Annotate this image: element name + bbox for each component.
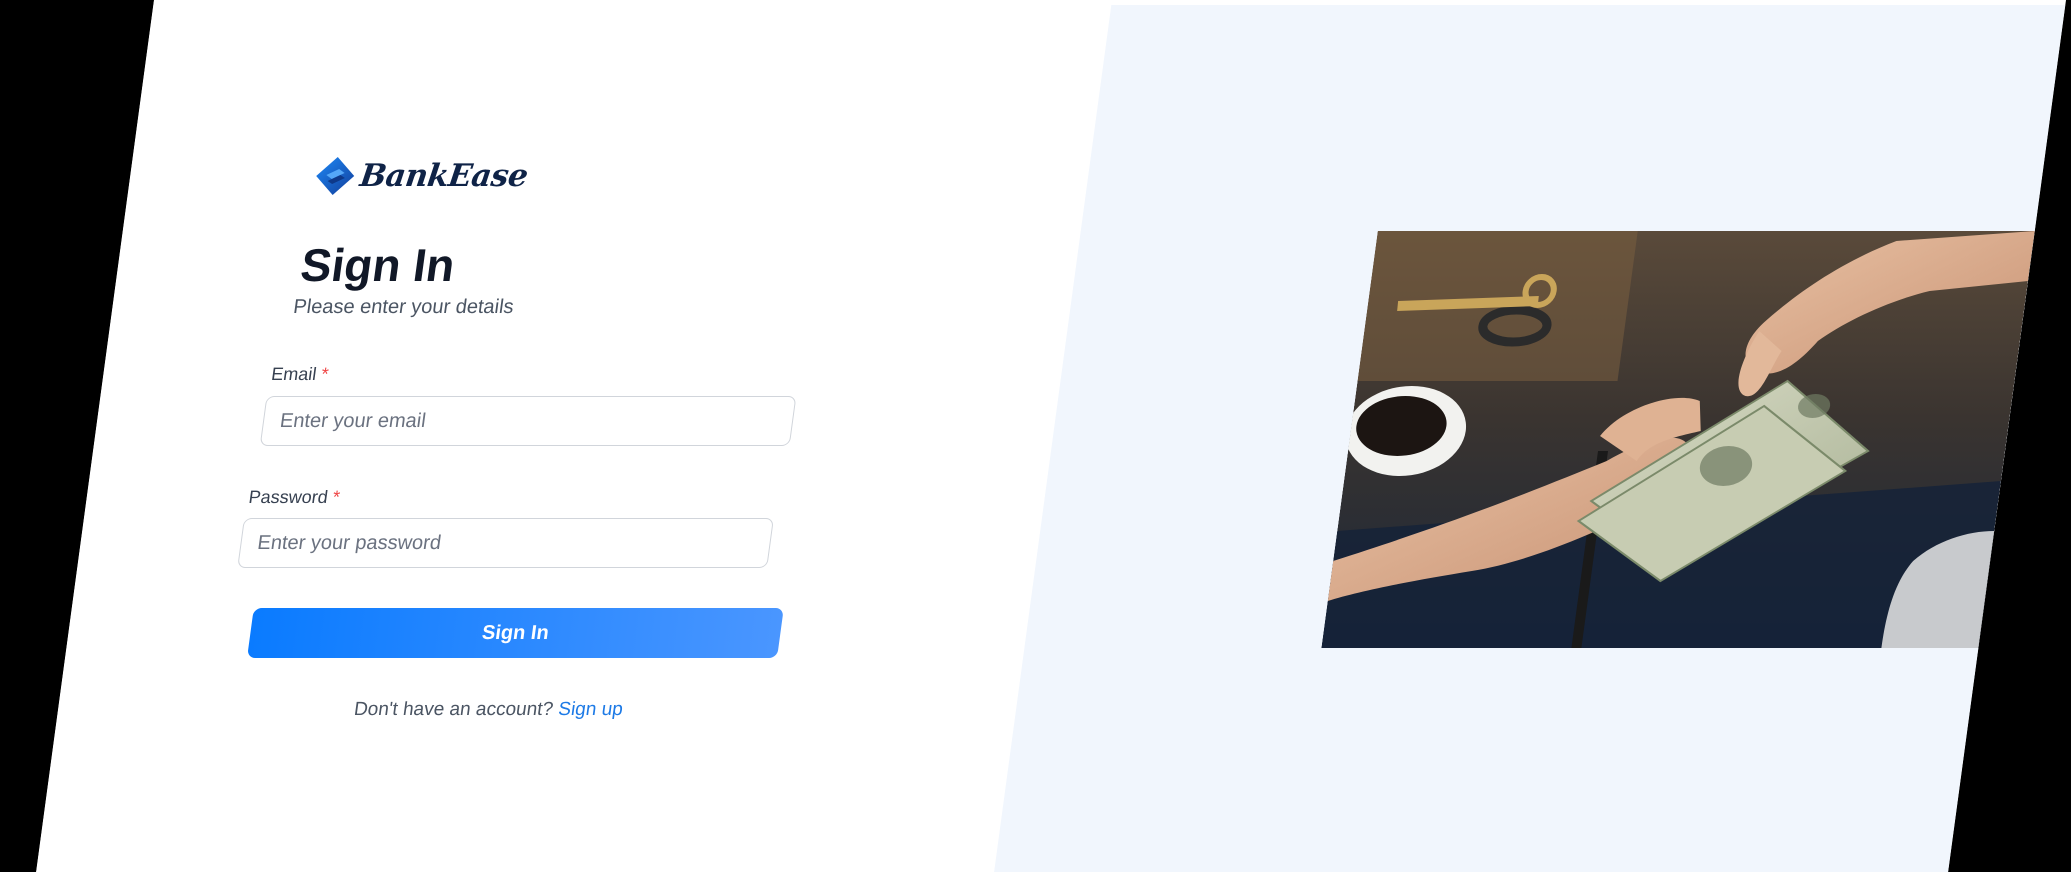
brand[interactable]: BankEase [311,155,530,197]
email-field[interactable] [259,396,797,446]
login-page: BankEase Sign In Please enter your detai… [36,0,2067,872]
email-label: Email * [270,364,330,385]
password-label: Password * [247,487,341,508]
sign-up-link[interactable]: Sign up [557,699,624,720]
signup-prompt-line: Don't have an account? Sign up [353,699,625,721]
email-label-text: Email [270,364,318,384]
password-label-text: Password [247,487,330,507]
cash-handoff-photo [1321,231,2035,648]
page-title: Sign In [297,239,459,291]
signup-prompt: Don't have an account? [352,699,555,720]
login-panel: BankEase Sign In Please enter your detai… [36,0,1113,872]
sign-in-button[interactable]: Sign In [247,608,784,658]
email-required-marker: * [320,364,330,384]
brand-name: BankEase [357,158,530,194]
screen-frame: BankEase Sign In Please enter your detai… [0,0,2071,872]
password-required-marker: * [331,487,342,507]
password-field[interactable] [237,518,774,568]
page-subtitle: Please enter your details [292,296,516,318]
cash-handoff-illustration [1321,231,2035,648]
bank-logo-icon [316,157,355,195]
